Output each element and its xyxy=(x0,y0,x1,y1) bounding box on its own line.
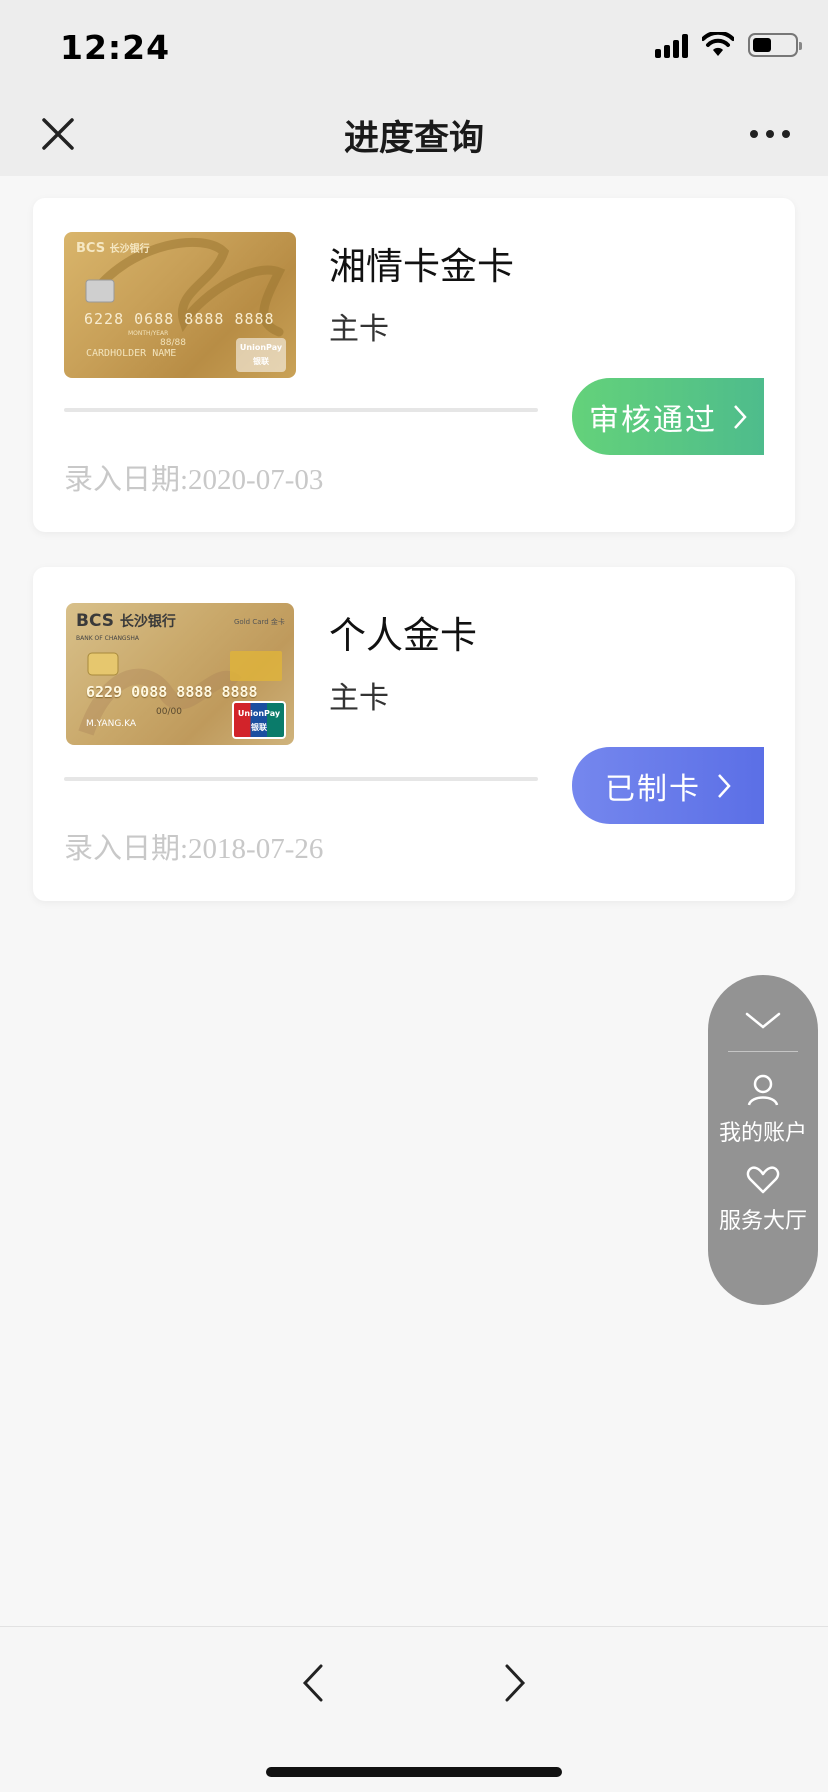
my-account-label: 我的账户 xyxy=(718,1121,807,1146)
card-valid: 00/00 xyxy=(156,707,182,717)
status-approved-button[interactable]: 审核通过 xyxy=(572,378,764,455)
application-card[interactable]: BCS 长沙银行 6228 0688 8888 8888 MONTH/YEAR … xyxy=(33,198,795,532)
status-time: 12:24 xyxy=(60,28,171,67)
user-icon xyxy=(747,1074,779,1106)
chevron-right-icon xyxy=(718,773,731,798)
battery-fill xyxy=(753,38,771,52)
status-label: 已制卡 xyxy=(605,771,701,807)
chevron-right-icon xyxy=(734,404,747,429)
application-card[interactable]: BCS 长沙银行 BANK OF CHANGSHA Gold Card 金卡 6… xyxy=(33,567,795,901)
divider xyxy=(64,777,538,781)
bottom-toolbar xyxy=(0,1626,828,1792)
home-indicator[interactable] xyxy=(266,1767,562,1777)
card-name: 湘情卡金卡 xyxy=(329,245,514,288)
divider xyxy=(64,408,538,412)
back-button[interactable] xyxy=(283,1653,343,1713)
heart-icon xyxy=(746,1166,780,1194)
more-icon[interactable] xyxy=(750,122,794,146)
card-image-gold: BCS 长沙银行 BANK OF CHANGSHA Gold Card 金卡 6… xyxy=(66,603,294,745)
forward-button[interactable] xyxy=(485,1653,545,1713)
card-brand: BCS xyxy=(76,241,106,256)
card-bank-name: 长沙银行 xyxy=(109,244,150,255)
card-bank-en: BANK OF CHANGSHA xyxy=(76,635,139,642)
status-card-made-button[interactable]: 已制卡 xyxy=(572,747,764,824)
wifi-icon xyxy=(702,32,734,56)
battery-icon xyxy=(748,33,802,57)
card-type: 主卡 xyxy=(329,681,389,716)
entry-date: 录入日期:2018-07-26 xyxy=(64,833,324,865)
unionpay-logo: UnionPay 银联 xyxy=(232,701,286,739)
my-account-button[interactable]: 我的账户 xyxy=(708,1073,818,1147)
card-valid: 88/88 xyxy=(160,338,186,348)
floating-menu: 我的账户 服务大厅 xyxy=(708,975,818,1305)
chevron-down-icon[interactable] xyxy=(743,1009,783,1033)
chevron-left-icon xyxy=(302,1664,323,1702)
card-image-xiangqing: BCS 长沙银行 6228 0688 8888 8888 MONTH/YEAR … xyxy=(64,232,296,378)
status-icons xyxy=(655,32,802,58)
nav-bar: 进度查询 xyxy=(0,96,828,176)
entry-date: 录入日期:2020-07-03 xyxy=(64,464,324,496)
card-bank-name: 长沙银行 xyxy=(119,614,176,630)
card-number: 6229 0088 8888 8888 xyxy=(86,683,258,701)
cellular-signal-icon xyxy=(655,32,688,58)
card-brand: BCS xyxy=(76,611,114,631)
divider xyxy=(728,1051,798,1052)
card-gold-label: Gold Card 金卡 xyxy=(234,618,285,626)
chevron-right-icon xyxy=(505,1664,526,1702)
card-holder: M.YANG.KA xyxy=(86,719,137,729)
card-name: 个人金卡 xyxy=(329,614,477,657)
status-bar: 12:24 xyxy=(0,0,828,96)
status-label: 审核通过 xyxy=(589,402,717,438)
page-title: 进度查询 xyxy=(343,119,484,159)
service-hall-button[interactable]: 服务大厅 xyxy=(708,1165,818,1235)
card-type: 主卡 xyxy=(329,312,389,347)
card-number: 6228 0688 8888 8888 xyxy=(84,310,275,328)
card-valid-label: MONTH/YEAR xyxy=(128,330,169,337)
card-holder: CARDHOLDER NAME xyxy=(86,348,177,359)
service-hall-label: 服务大厅 xyxy=(718,1209,807,1234)
unionpay-logo: UnionPay 银联 xyxy=(236,338,286,372)
